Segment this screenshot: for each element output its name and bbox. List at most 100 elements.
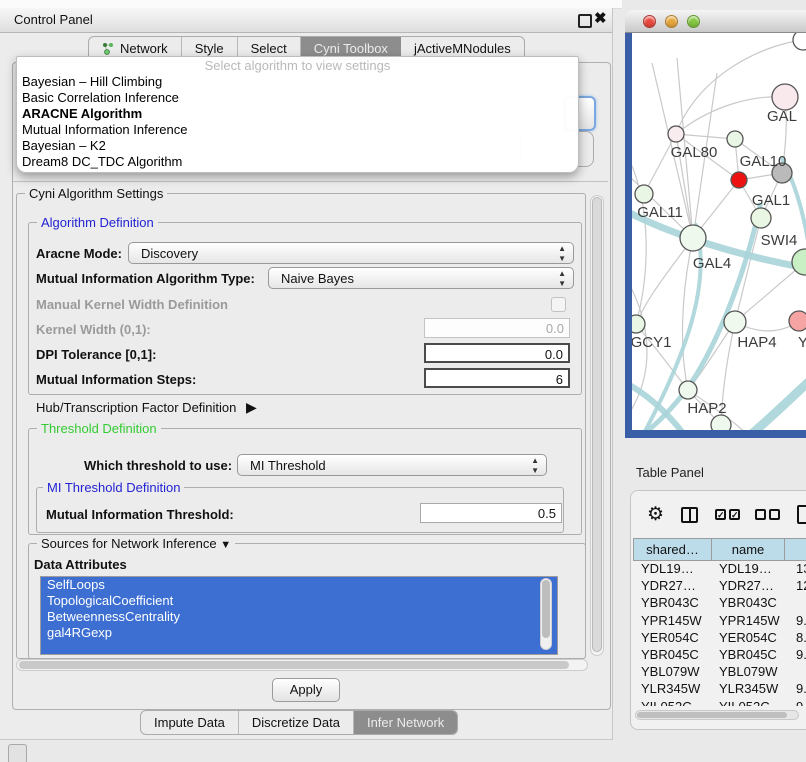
float-window-icon[interactable] — [578, 14, 592, 28]
table-row[interactable]: YBR043CYBR043C — [633, 595, 806, 612]
table-cell: YIL052C — [633, 699, 711, 707]
table-panel-title: Table Panel — [636, 465, 704, 480]
network-edge[interactable] — [676, 134, 735, 139]
table-row[interactable]: YPR145WYPR145W9. — [633, 613, 806, 630]
deselect-all-icon[interactable] — [755, 509, 766, 520]
network-node-gcy1[interactable] — [632, 315, 645, 333]
network-node-gal1[interactable] — [751, 208, 771, 228]
apply-button[interactable]: Apply — [272, 678, 340, 702]
column-header-shared[interactable]: shared… — [633, 538, 711, 561]
network-node-gal80[interactable] — [668, 126, 684, 142]
algorithm-option[interactable]: ARACNE Algorithm — [17, 106, 578, 122]
network-node-y[interactable] — [789, 311, 806, 331]
table-cell: 9. — [784, 647, 806, 664]
algorithm-option[interactable]: Dream8 DC_TDC Algorithm — [17, 154, 578, 170]
control-panel-title: Control Panel — [14, 12, 93, 27]
algorithm-option[interactable]: Mutual Information Inference — [17, 122, 578, 138]
network-node-hap2[interactable] — [679, 381, 697, 399]
dpi-tolerance-field[interactable]: 0.0 — [424, 343, 570, 363]
attribute-item[interactable]: gal4RGexp — [41, 625, 557, 641]
screen: Control Panel ✖ NetworkStyleSelectCyni T… — [0, 0, 806, 762]
column-header-name[interactable]: name — [711, 538, 784, 561]
close-traffic-light[interactable] — [643, 15, 656, 28]
select-all-icon[interactable]: ✓ — [715, 509, 726, 520]
file-icon[interactable] — [797, 505, 806, 524]
zoom-traffic-light[interactable] — [687, 15, 700, 28]
collapsed-panel-button[interactable] — [8, 744, 27, 762]
table-cell: YBL079W — [633, 664, 711, 681]
mi-type-label: Mutual Information Algorithm Type: — [36, 271, 255, 286]
network-edge[interactable] — [748, 375, 806, 430]
gear-icon[interactable]: ⚙ — [647, 503, 664, 526]
attributes-list-scrollbar[interactable] — [540, 578, 552, 650]
tab-discretize-data[interactable]: Discretize Data — [239, 711, 354, 734]
network-node[interactable] — [731, 172, 747, 188]
table-cell: 9. — [784, 613, 806, 630]
table-cell: YPR145W — [633, 613, 711, 630]
table-cell: 9 — [784, 699, 806, 707]
combo-arrows-icon: ▲▼ — [558, 269, 566, 289]
table-cell — [784, 664, 806, 681]
algorithm-option[interactable]: Bayesian – Hill Climbing — [17, 74, 578, 90]
network-window-titlebar[interactable] — [625, 10, 806, 33]
network-node-gal4[interactable] — [680, 225, 706, 251]
network-node[interactable] — [711, 415, 731, 430]
table-row[interactable]: YBL079WYBL079W — [633, 664, 806, 681]
table-horizontal-scrollbar[interactable] — [635, 710, 799, 720]
select-all-icon[interactable]: ✓ — [729, 509, 740, 520]
table-cell: YDR27… — [711, 578, 784, 595]
network-node[interactable] — [793, 33, 806, 50]
mi-type-combo[interactable]: Naive Bayes ▲▼ — [268, 267, 574, 289]
aracne-mode-value: Discovery — [141, 246, 198, 261]
network-edge[interactable] — [735, 218, 761, 322]
table-row[interactable]: YIL052CYIL052C9 — [633, 699, 806, 707]
attribute-item[interactable]: SelfLoops — [41, 577, 557, 593]
mi-threshold-field[interactable]: 0.5 — [420, 503, 562, 523]
kernel-width-field[interactable]: 0.0 — [424, 318, 570, 338]
table-cell: YBL079W — [711, 664, 784, 681]
network-node-gal[interactable] — [772, 84, 798, 110]
group-title: Threshold Definition — [37, 421, 161, 436]
aracne-mode-combo[interactable]: Discovery ▲▼ — [128, 242, 574, 264]
node-label: SWI4 — [761, 232, 798, 249]
table-row[interactable]: YBR045CYBR045C9. — [633, 647, 806, 664]
network-canvas[interactable]: GALGAL80GAL10GAL11GAL1GAL4SWI4GCY1HAP4YH… — [632, 33, 806, 430]
network-edge[interactable] — [632, 153, 646, 324]
attribute-item[interactable]: BetweennessCentrality — [41, 609, 557, 625]
node-label: GAL11 — [637, 204, 683, 221]
deselect-all-icon[interactable] — [769, 509, 780, 520]
table-row[interactable]: YDR27…YDR27…12 — [633, 578, 806, 595]
close-icon[interactable]: ✖ — [594, 9, 607, 27]
column-header-A[interactable]: A — [784, 538, 806, 561]
network-node-hap4[interactable] — [724, 311, 746, 333]
attribute-item[interactable] — [41, 641, 557, 655]
sources-toggle[interactable]: Sources for Network Inference ▼ — [37, 536, 235, 551]
table-row[interactable]: YLR345WYLR345W9. — [633, 681, 806, 698]
table-cell: 12 — [784, 578, 806, 595]
network-node-gal11[interactable] — [635, 185, 653, 203]
columns-icon[interactable] — [681, 507, 698, 523]
algorithm-option[interactable]: Basic Correlation Inference — [17, 90, 578, 106]
algorithm-option[interactable]: Bayesian – K2 — [17, 138, 578, 154]
node-label: GAL4 — [693, 255, 731, 272]
table-row[interactable]: YER054CYER054C8. — [633, 630, 806, 647]
table-cell: YIL052C — [711, 699, 784, 707]
attribute-item[interactable]: TopologicalCoefficient — [41, 593, 557, 609]
node-label: HAP2 — [687, 400, 726, 417]
manual-kernel-checkbox[interactable] — [551, 297, 566, 312]
table-cell: YBR043C — [633, 595, 711, 612]
mi-steps-field[interactable]: 6 — [424, 368, 570, 388]
table-row[interactable]: YDL19…YDL19…13 — [633, 561, 806, 578]
settings-vertical-scrollbar[interactable] — [590, 195, 604, 656]
group-title: Cyni Algorithm Settings — [25, 186, 167, 201]
settings-horizontal-scrollbar[interactable] — [16, 659, 588, 671]
network-node-gal10[interactable] — [727, 131, 743, 147]
network-edge[interactable] — [683, 238, 693, 390]
tab-impute-data[interactable]: Impute Data — [141, 711, 239, 734]
which-threshold-combo[interactable]: MI Threshold ▲▼ — [237, 454, 547, 476]
data-attributes-list[interactable]: SelfLoopsTopologicalCoefficientBetweenne… — [40, 576, 558, 655]
hub-definition-toggle[interactable]: Hub/Transcription Factor Definition ▶ — [36, 399, 257, 416]
minimize-traffic-light[interactable] — [665, 15, 678, 28]
data-attributes-label: Data Attributes — [34, 557, 127, 572]
tab-infer-network[interactable]: Infer Network — [354, 711, 457, 734]
